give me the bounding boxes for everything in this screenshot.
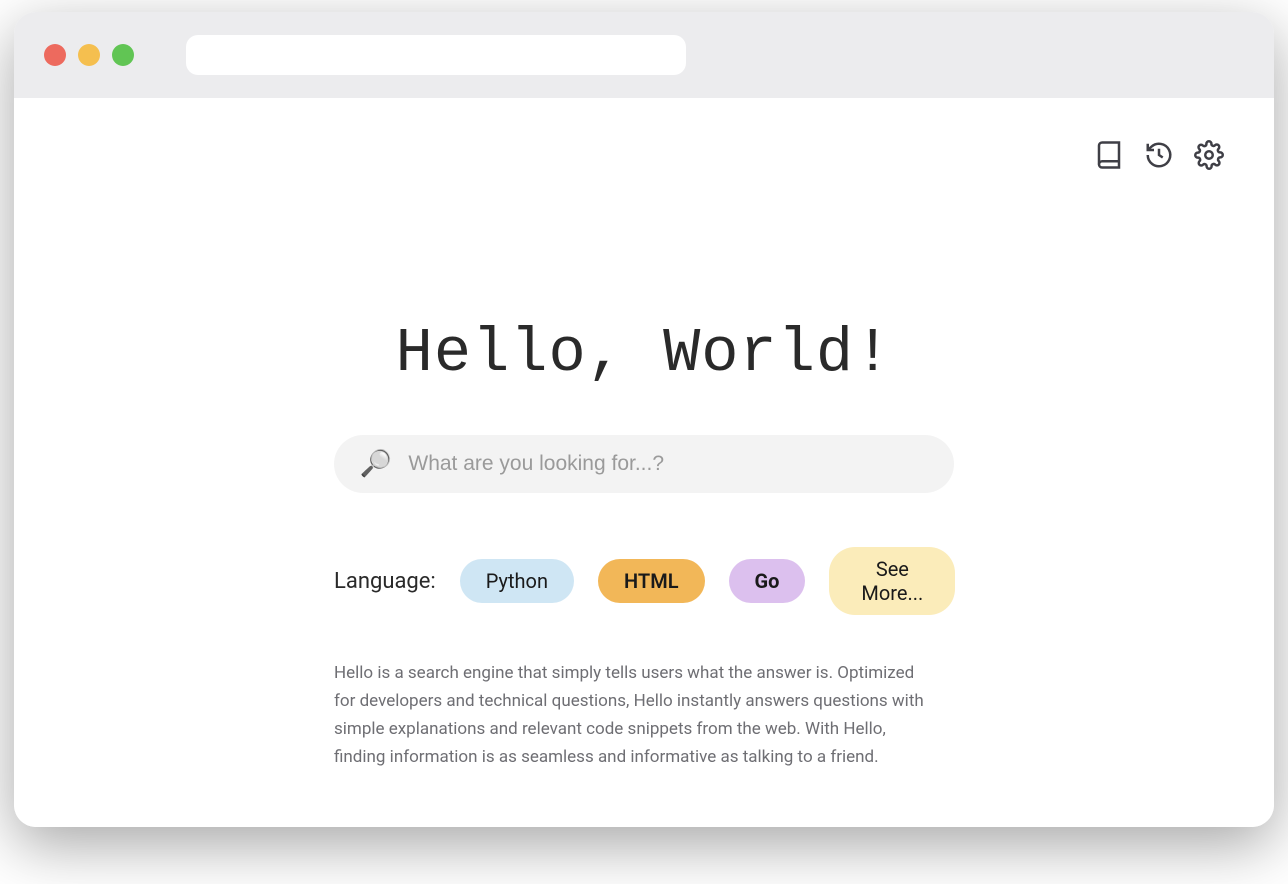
language-pill-python[interactable]: Python xyxy=(460,559,574,603)
close-window-button[interactable] xyxy=(44,44,66,66)
browser-window: Hello, World! 🔍 Language: Python HTML Go… xyxy=(14,12,1274,827)
window-controls xyxy=(44,44,134,66)
page-content: Hello, World! 🔍 Language: Python HTML Go… xyxy=(14,98,1274,827)
page-title: Hello, World! xyxy=(396,318,893,389)
history-icon[interactable] xyxy=(1144,140,1174,170)
language-row: Language: Python HTML Go See More... xyxy=(334,547,954,615)
language-label: Language: xyxy=(334,569,436,594)
top-toolbar xyxy=(1094,140,1224,170)
search-box[interactable]: 🔍 xyxy=(334,435,954,493)
titlebar xyxy=(14,12,1274,98)
maximize-window-button[interactable] xyxy=(112,44,134,66)
language-pill-go[interactable]: Go xyxy=(729,559,806,603)
language-pill-see-more[interactable]: See More... xyxy=(829,547,955,615)
hero-section: Hello, World! 🔍 Language: Python HTML Go… xyxy=(324,318,964,771)
book-icon[interactable] xyxy=(1094,140,1124,170)
site-description: Hello is a search engine that simply tel… xyxy=(334,659,934,771)
settings-icon[interactable] xyxy=(1194,140,1224,170)
search-icon: 🔍 xyxy=(360,449,392,479)
url-bar[interactable] xyxy=(186,35,686,75)
search-input[interactable] xyxy=(408,452,928,476)
language-pill-html[interactable]: HTML xyxy=(598,559,704,603)
minimize-window-button[interactable] xyxy=(78,44,100,66)
